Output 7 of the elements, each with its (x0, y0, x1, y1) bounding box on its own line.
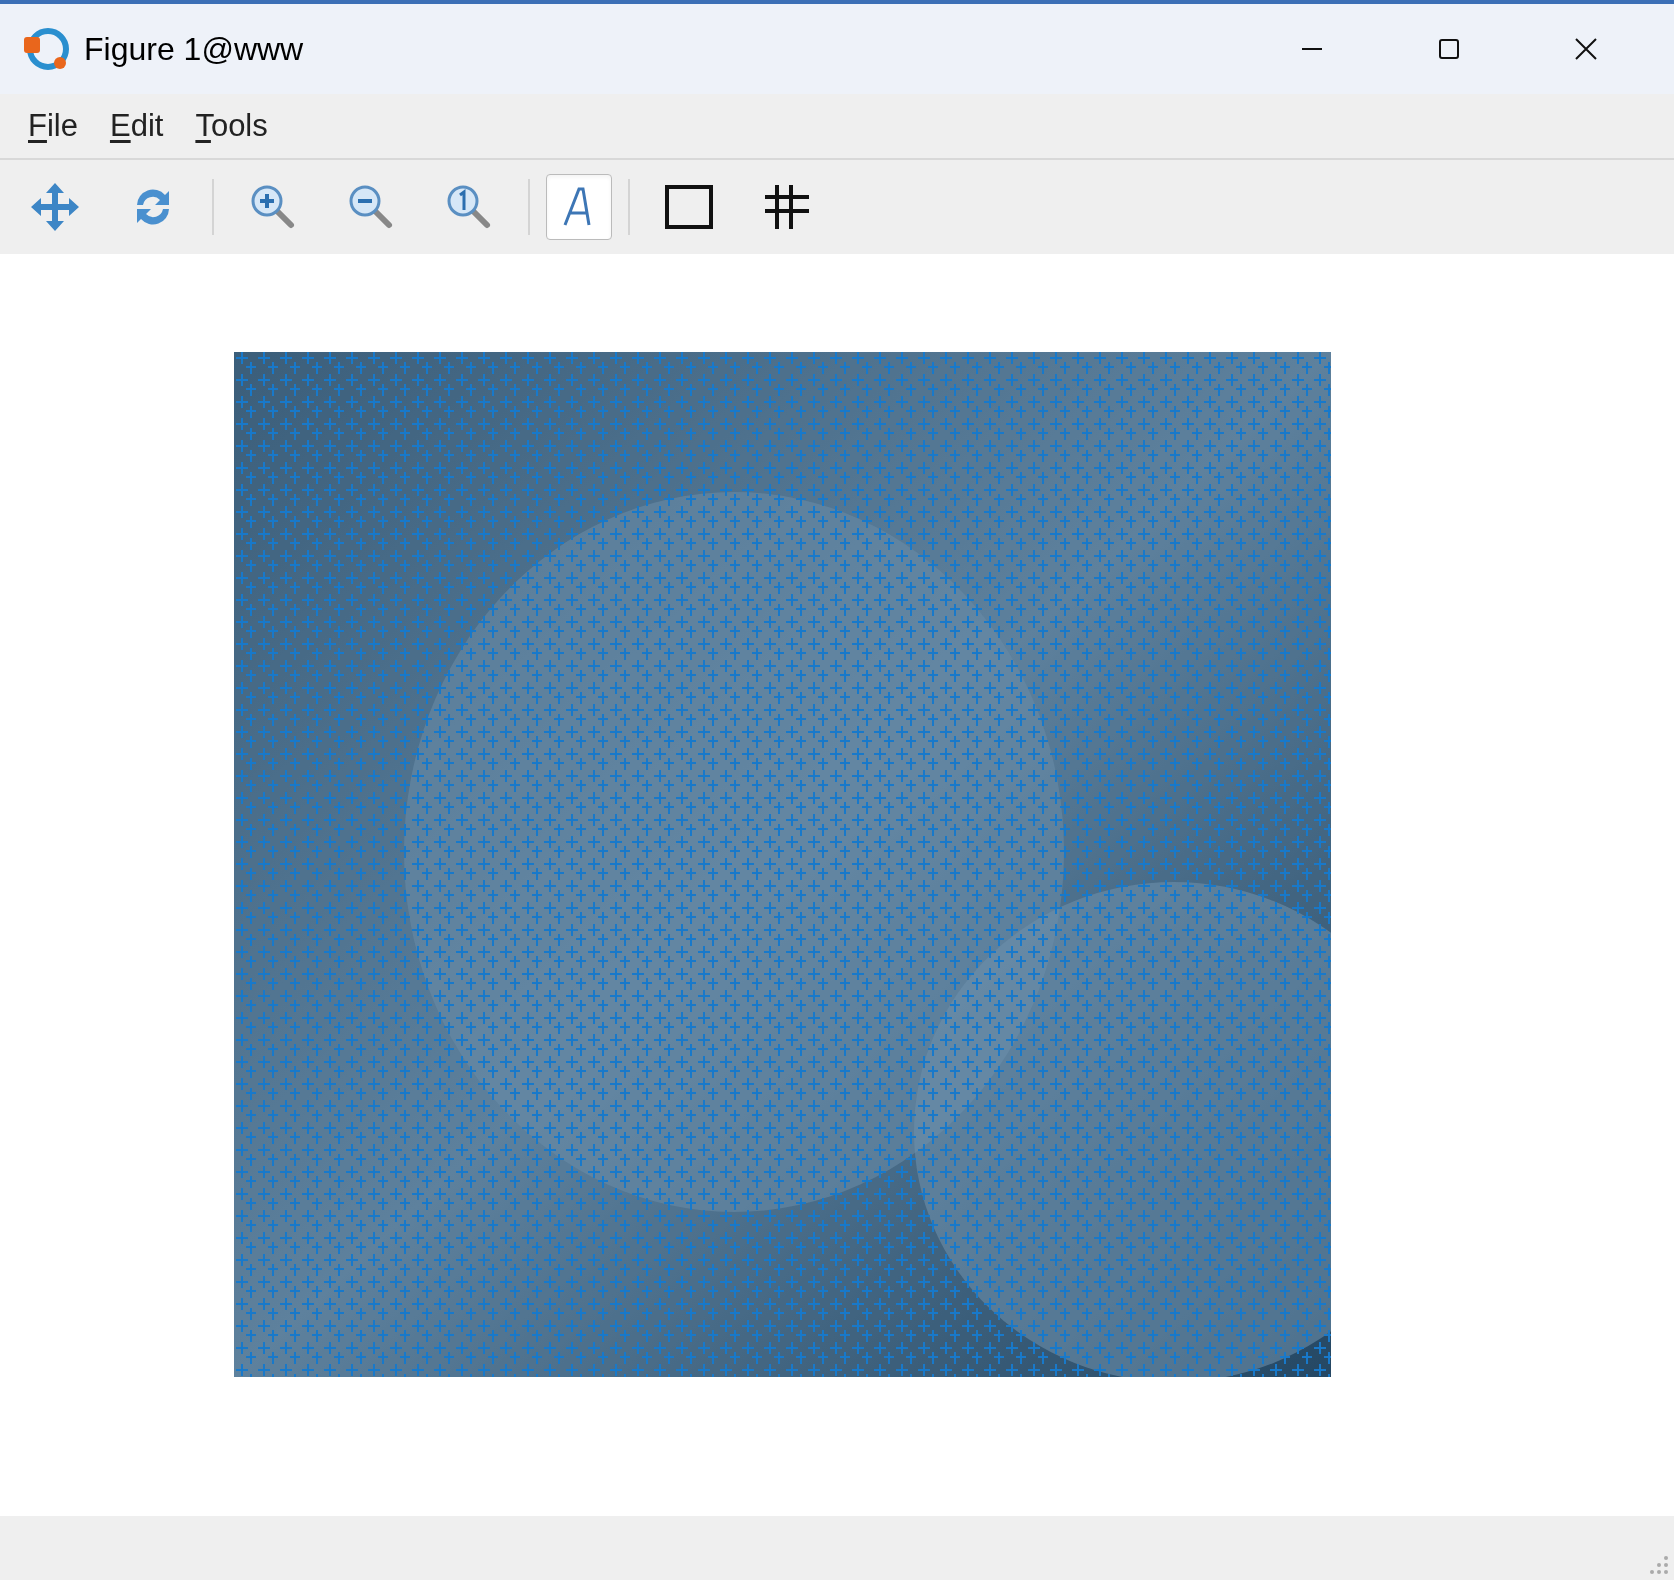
menu-item[interactable]: Tools (183, 102, 280, 150)
close-icon (1574, 38, 1597, 60)
menu-item[interactable]: File (16, 102, 90, 150)
maximize-icon (1438, 39, 1459, 59)
minimize-icon (1301, 48, 1322, 50)
window-title: Figure 1@www (84, 30, 304, 69)
menu-item[interactable]: Edit (97, 102, 176, 150)
